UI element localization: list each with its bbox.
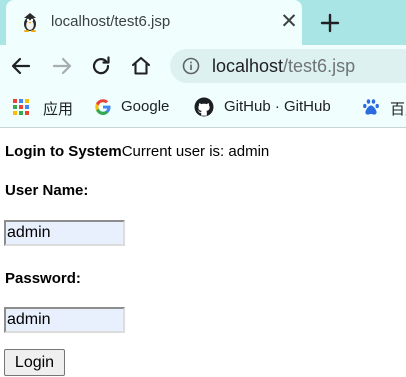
tux-penguin-icon [20, 12, 40, 32]
bookmark-google[interactable]: Google [94, 88, 178, 127]
github-icon [194, 97, 214, 117]
password-input[interactable] [4, 307, 125, 333]
bookmark-baidu[interactable]: 百度 [362, 88, 406, 127]
reload-icon[interactable] [89, 54, 113, 78]
info-icon[interactable] [182, 57, 200, 75]
bookmark-github[interactable]: GitHub · GitHub [194, 88, 346, 127]
page-title: Login to System [5, 143, 122, 160]
back-arrow-icon[interactable] [9, 54, 33, 78]
baidu-paw-icon [362, 98, 380, 116]
current-user-status: Current user is: admin [121, 143, 270, 160]
username-input[interactable] [4, 220, 125, 246]
browser-tab[interactable]: localhost/test6.jsp ✕ [6, 0, 302, 45]
bookmarks-bar: 应用 Google GitHub · GitHub 百 [0, 88, 406, 128]
bookmark-github-label: GitHub · GitHub [224, 98, 331, 115]
google-icon [94, 98, 112, 116]
home-icon[interactable] [129, 54, 153, 78]
bookmark-apps-label: 应用 [43, 101, 74, 118]
page-content: Login to SystemCurrent user is: admin Us… [0, 129, 406, 377]
login-button[interactable]: Login [4, 349, 65, 376]
page-header: Login to SystemCurrent user is: admin [5, 143, 269, 160]
tab-title: localhost/test6.jsp [51, 13, 171, 30]
username-label: User Name: [5, 182, 89, 199]
url-text: localhost/test6.jsp [212, 56, 355, 77]
browser-toolbar: localhost/test6.jsp [0, 45, 406, 88]
url-host: localhost [212, 56, 284, 76]
close-tab-icon[interactable]: ✕ [279, 11, 299, 33]
tab-strip: localhost/test6.jsp ✕ [0, 0, 406, 45]
password-label: Password: [5, 270, 81, 287]
apps-grid-icon [12, 98, 30, 116]
address-bar[interactable]: localhost/test6.jsp [170, 49, 406, 83]
forward-arrow-icon[interactable] [50, 54, 74, 78]
bookmark-apps[interactable]: 应用 [12, 88, 74, 127]
bookmark-google-label: Google [121, 98, 170, 115]
new-tab-icon[interactable] [317, 10, 343, 36]
bookmark-baidu-label: 百度 [390, 101, 406, 118]
url-path: /test6.jsp [283, 56, 356, 76]
